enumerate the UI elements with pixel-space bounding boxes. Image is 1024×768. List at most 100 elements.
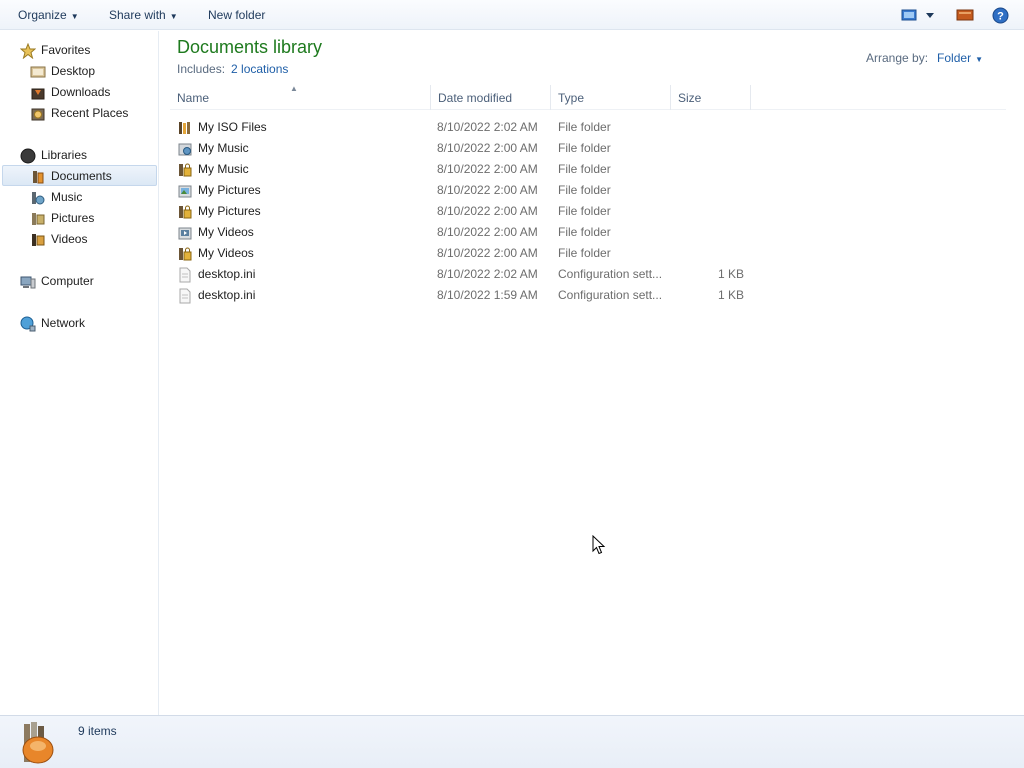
command-bar: Organize ▼ Share with ▼ New folder ? [0, 0, 1024, 30]
videos-library-icon [32, 234, 45, 246]
file-name: desktop.ini [198, 267, 256, 281]
file-type: Configuration sett... [558, 288, 663, 302]
file-row[interactable]: My Pictures 8/10/2022 2:00 AM File folde… [177, 180, 757, 201]
network-icon [20, 316, 36, 332]
library-includes: Includes: 2 locations [177, 62, 288, 76]
documents-library-icon [33, 171, 44, 184]
organize-label: Organize [18, 8, 67, 22]
file-name: My Music [198, 162, 249, 176]
file-date: 8/10/2022 2:00 AM [437, 162, 538, 176]
videos-folder-icon [178, 227, 192, 240]
file-date: 8/10/2022 2:00 AM [437, 141, 538, 155]
library-title: Documents library [177, 37, 323, 57]
file-name: desktop.ini [198, 288, 256, 302]
column-header-date[interactable]: Date modified [431, 85, 551, 110]
new-folder-button[interactable]: New folder [208, 0, 265, 30]
column-header-row: Name ▲ Date modified Type Size [170, 84, 1006, 110]
mouse-cursor-icon [592, 535, 606, 555]
share-with-button[interactable]: Share with ▼ [109, 0, 178, 30]
preview-pane-button[interactable] [956, 7, 974, 26]
file-row[interactable]: desktop.ini 8/10/2022 1:59 AM Configurat… [177, 285, 757, 306]
star-icon [20, 43, 36, 59]
computer-icon [20, 276, 36, 289]
file-row[interactable]: My Videos 8/10/2022 2:00 AM File folder [177, 243, 757, 264]
file-name: My Videos [198, 225, 254, 239]
column-size-label: Size [678, 91, 702, 105]
music-folder-icon [178, 143, 192, 156]
folder-icon [179, 122, 190, 134]
file-date: 8/10/2022 2:00 AM [437, 183, 538, 197]
nav-item-label: Recent Places [51, 106, 129, 120]
help-button[interactable]: ? [992, 7, 1009, 27]
organize-button[interactable]: Organize ▼ [18, 0, 79, 30]
file-row[interactable]: My Videos 8/10/2022 2:00 AM File folder [177, 222, 757, 243]
config-file-icon [179, 288, 191, 304]
svg-text:?: ? [997, 11, 1004, 23]
content-pane: Documents library Includes: 2 locations A… [160, 31, 1024, 715]
file-name: My Music [198, 141, 249, 155]
file-type: File folder [558, 246, 611, 260]
locked-folder-icon [179, 163, 192, 177]
column-date-label: Date modified [438, 91, 513, 105]
help-icon: ? [992, 7, 1009, 24]
file-row[interactable]: My Pictures 8/10/2022 2:00 AM File folde… [177, 201, 757, 222]
file-size: 1 KB [717, 267, 744, 281]
nav-libraries-label: Libraries [41, 148, 88, 162]
downloads-icon [31, 88, 45, 100]
documents-library-icon [22, 722, 54, 764]
file-date: 8/10/2022 2:02 AM [437, 120, 538, 134]
file-type: Configuration sett... [558, 267, 663, 281]
file-date: 8/10/2022 2:02 AM [437, 267, 538, 281]
arrange-by-caret-icon[interactable]: ▼ [975, 55, 983, 64]
share-with-label: Share with [109, 8, 166, 22]
file-name: My Videos [198, 246, 254, 260]
arrange-by-dropdown[interactable]: Folder [937, 51, 971, 65]
pictures-library-icon [32, 213, 45, 225]
column-header-name[interactable]: Name ▲ [170, 84, 431, 110]
sort-ascending-icon: ▲ [290, 84, 298, 93]
pictures-folder-icon [178, 185, 192, 198]
nav-item-label: Documents [51, 169, 112, 183]
file-date: 8/10/2022 2:00 AM [437, 246, 538, 260]
view-icon [901, 9, 917, 21]
nav-computer-label: Computer [41, 274, 94, 288]
file-date: 8/10/2022 2:00 AM [437, 225, 538, 239]
locations-link[interactable]: 2 locations [231, 62, 288, 76]
includes-label: Includes: [177, 62, 226, 76]
nav-item-label: Videos [51, 232, 88, 246]
arrange-by-label: Arrange by: [866, 51, 929, 65]
change-view-button[interactable] [901, 7, 917, 26]
column-header-size[interactable]: Size [671, 85, 751, 110]
file-date: 8/10/2022 1:59 AM [437, 288, 538, 302]
file-type: File folder [558, 183, 611, 197]
view-options-dropdown[interactable] [925, 9, 935, 23]
arrange-by: Arrange by: Folder ▼ [866, 51, 983, 65]
file-row[interactable]: My ISO Files 8/10/2022 2:02 AM File fold… [177, 117, 757, 138]
file-row[interactable]: desktop.ini 8/10/2022 2:02 AM Configurat… [177, 264, 757, 285]
column-header-type[interactable]: Type [551, 85, 671, 110]
libraries-icon [20, 148, 36, 164]
column-name-label: Name [177, 91, 210, 105]
file-name: My ISO Files [198, 120, 267, 134]
desktop-icon [30, 66, 46, 78]
nav-item-label: Music [51, 190, 83, 204]
details-pane: 9 items [0, 715, 1024, 768]
file-row[interactable]: My Music 8/10/2022 2:00 AM File folder [177, 159, 757, 180]
nav-item-label: Pictures [51, 211, 95, 225]
nav-network-label: Network [41, 316, 86, 330]
nav-item-documents[interactable]: Documents [2, 165, 157, 186]
file-name: My Pictures [198, 204, 261, 218]
file-type: File folder [558, 120, 611, 134]
organize-caret-icon: ▼ [70, 12, 79, 21]
file-type: File folder [558, 141, 611, 155]
locked-folder-icon [179, 247, 192, 261]
column-type-label: Type [558, 91, 585, 105]
chevron-down-icon [926, 13, 934, 18]
file-date: 8/10/2022 2:00 AM [437, 204, 538, 218]
file-name: My Pictures [198, 183, 261, 197]
file-row[interactable]: My Music 8/10/2022 2:00 AM File folder [177, 138, 757, 159]
item-count: 9 items [78, 724, 117, 738]
file-type: File folder [558, 162, 611, 176]
music-library-icon [32, 192, 45, 205]
new-folder-label: New folder [208, 8, 266, 22]
